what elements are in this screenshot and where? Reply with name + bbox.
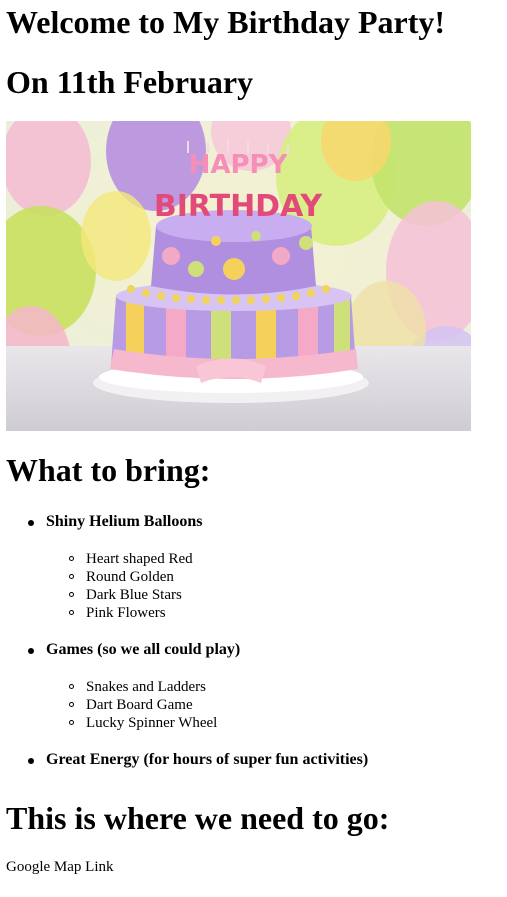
bring-list: Shiny Helium Balloons Heart shaped Red R…	[6, 512, 486, 770]
location-heading: This is where we need to go:	[6, 800, 390, 836]
cake-happy-text: HAPPY	[189, 150, 289, 180]
page-title: Welcome to My Birthday Party!	[6, 4, 445, 40]
list-item: Shiny Helium Balloons Heart shaped Red R…	[6, 512, 486, 622]
list-item: Heart shaped Red	[46, 550, 486, 568]
balloon-sublist: Heart shaped Red Round Golden Dark Blue …	[46, 550, 486, 622]
what-to-bring-heading: What to bring:	[6, 452, 211, 488]
bring-item-title: Great Energy (for hours of super fun act…	[46, 751, 369, 768]
list-item: Lucky Spinner Wheel	[46, 714, 486, 732]
bring-item-title: Shiny Helium Balloons	[46, 513, 203, 530]
list-item: Games (so we all could play) Snakes and …	[6, 640, 486, 732]
google-map-link[interactable]: Google Map Link	[6, 858, 113, 876]
games-sublist: Snakes and Ladders Dart Board Game Lucky…	[46, 678, 486, 732]
list-item: Dark Blue Stars	[46, 586, 486, 604]
bring-item-title: Games (so we all could play)	[46, 641, 241, 658]
list-item: Snakes and Ladders	[46, 678, 486, 696]
list-item: Round Golden	[46, 568, 486, 586]
cake-birthday-text: BIRTHDAY	[154, 189, 324, 224]
birthday-cake-image: HAPPY BIRTHDAY	[6, 121, 471, 431]
list-item: Dart Board Game	[46, 696, 486, 714]
party-date: On 11th February	[6, 64, 254, 100]
list-item: Great Energy (for hours of super fun act…	[6, 750, 486, 770]
birthday-cake-illustration: HAPPY BIRTHDAY	[6, 121, 471, 431]
list-item: Pink Flowers	[46, 604, 486, 622]
